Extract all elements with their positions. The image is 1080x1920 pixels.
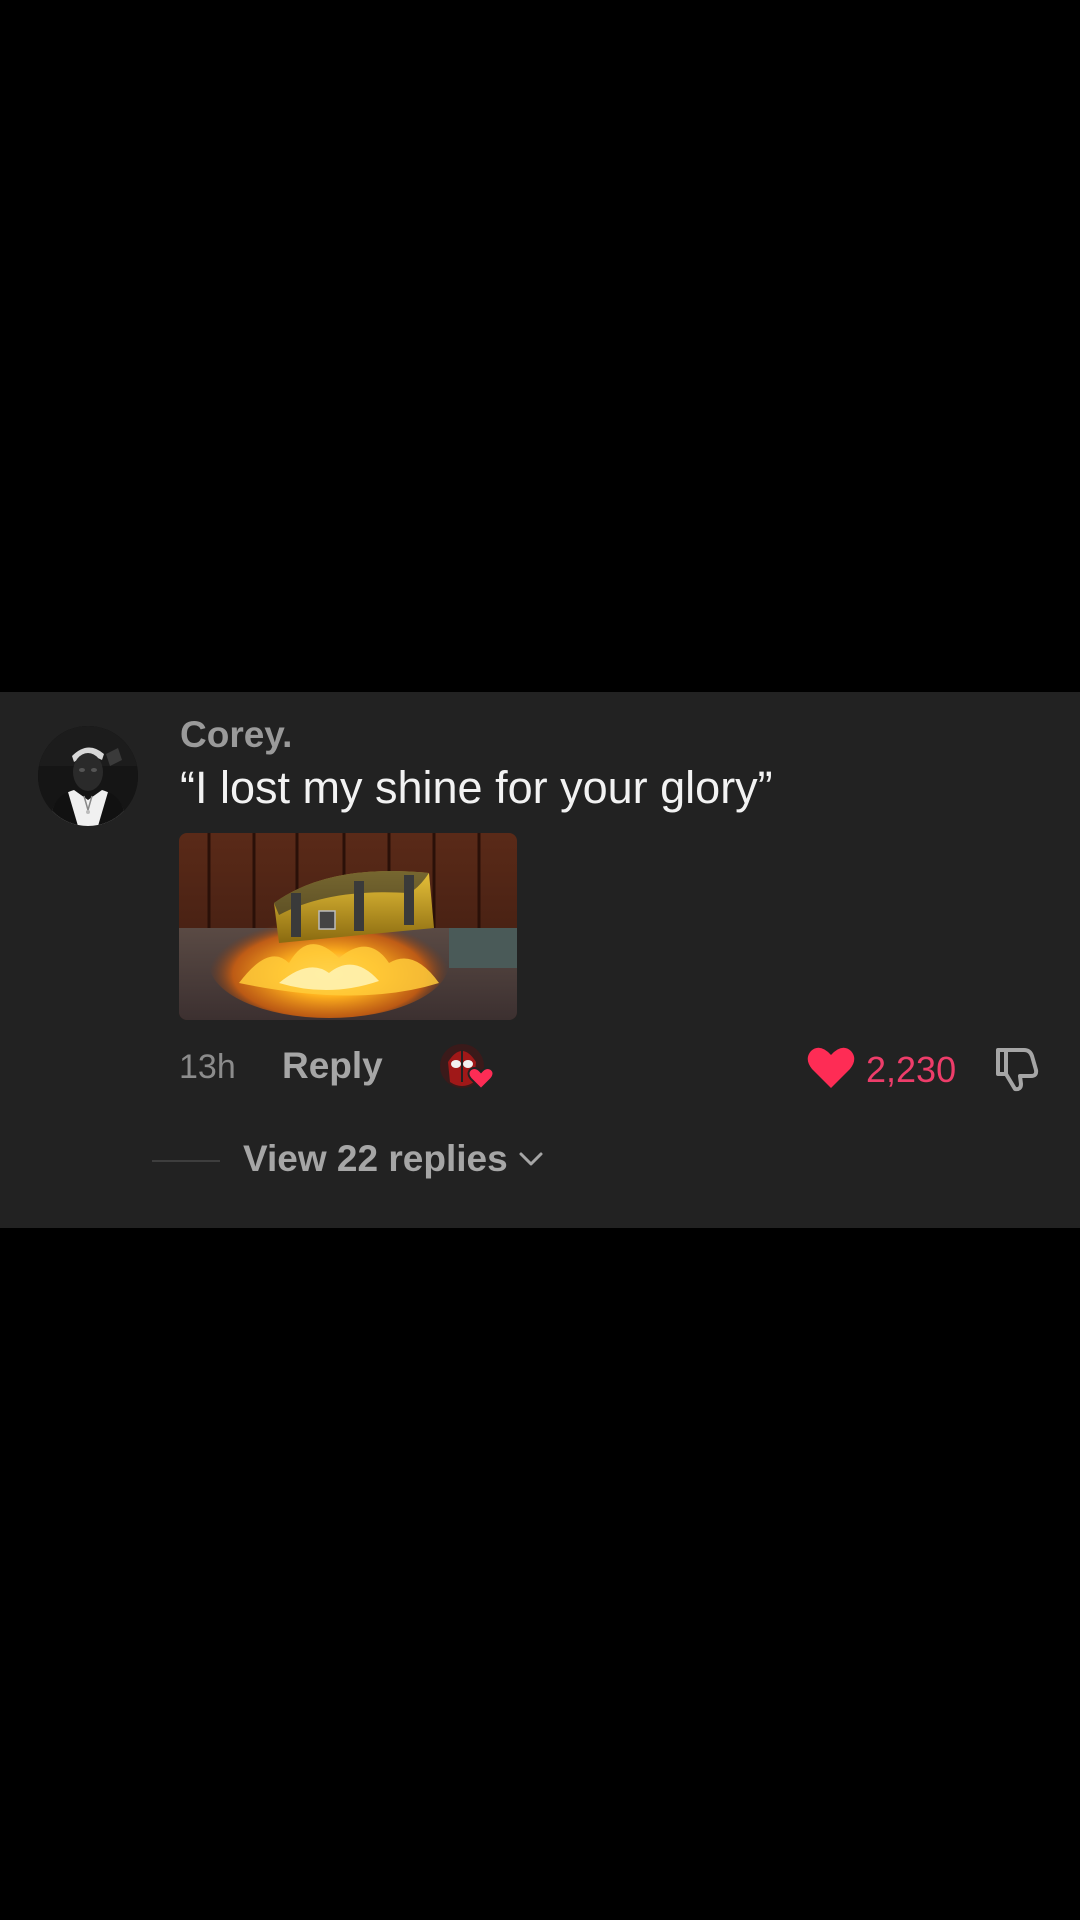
comment-card: Corey. “I lost my shine for your glory” — [0, 692, 1080, 1228]
view-replies-label: View 22 replies — [243, 1138, 508, 1179]
replies-divider — [152, 1160, 220, 1162]
comment-image[interactable] — [179, 833, 517, 1020]
chevron-down-icon — [519, 1152, 543, 1166]
avatar[interactable] — [38, 726, 138, 826]
screen: Corey. “I lost my shine for your glory” — [0, 0, 1080, 1920]
view-replies-button[interactable]: View 22 replies — [243, 1138, 544, 1180]
creator-liked-badge — [440, 1042, 496, 1092]
user-avatar-icon — [38, 726, 138, 826]
thumbs-down-icon — [996, 1048, 1039, 1092]
dislike-button[interactable] — [990, 1042, 1040, 1092]
like-button[interactable] — [806, 1044, 856, 1090]
heart-badge-icon — [467, 1067, 495, 1091]
like-count: 2,230 — [866, 1049, 957, 1090]
comment-time: 13h — [179, 1048, 236, 1086]
heart-filled-icon — [807, 1047, 855, 1088]
username[interactable]: Corey. — [180, 714, 292, 756]
comment-text: “I lost my shine for your glory” — [180, 762, 773, 813]
creator-avatar-icon — [440, 1044, 495, 1091]
reply-button[interactable]: Reply — [282, 1045, 383, 1087]
treasure-chest-gif — [179, 833, 517, 1020]
